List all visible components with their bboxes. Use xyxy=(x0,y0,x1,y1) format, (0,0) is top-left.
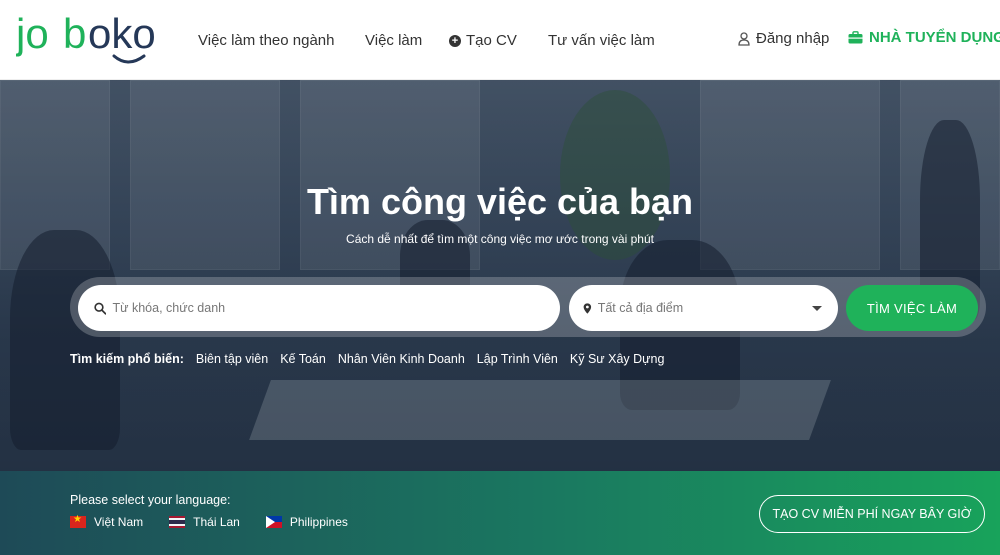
background-person xyxy=(10,230,120,450)
chevron-down-icon[interactable] xyxy=(812,305,822,311)
svg-text:b: b xyxy=(63,10,86,57)
search-jobs-button[interactable]: TÌM VIỆC LÀM xyxy=(846,285,978,331)
vietnam-flag-icon xyxy=(70,514,86,528)
nav-label: Việc làm theo ngành xyxy=(198,32,335,49)
popular-tag[interactable]: Kỹ Sư Xây Dựng xyxy=(570,352,665,366)
language-title: Please select your language: xyxy=(70,493,231,507)
svg-text:oko: oko xyxy=(88,10,156,57)
nav-label: Tư vấn việc làm xyxy=(548,32,655,49)
popular-tag[interactable]: Nhân Viên Kinh Doanh xyxy=(338,352,465,366)
language-option-thailand[interactable]: Thái Lan xyxy=(169,515,240,529)
popular-tag[interactable]: Kế Toán xyxy=(280,352,326,366)
language-label: Thái Lan xyxy=(193,515,240,529)
thailand-flag-icon xyxy=(169,516,186,528)
briefcase-icon xyxy=(848,31,863,44)
nav-item-jobs-by-industry[interactable]: Việc làm theo ngành xyxy=(198,32,335,49)
site-header: jo b oko Việc làm theo ngành Việc làm + … xyxy=(0,0,1000,80)
search-icon xyxy=(94,302,107,315)
hero-section: Tìm công việc của bạn Cách dễ nhất để tì… xyxy=(0,80,1000,471)
language-option-vietnam[interactable]: Việt Nam xyxy=(70,514,144,529)
svg-text:jo: jo xyxy=(16,10,49,57)
location-input[interactable] xyxy=(597,301,806,315)
popular-tag[interactable]: Lập Trình Viên xyxy=(477,352,558,366)
popular-searches-label: Tìm kiếm phổ biến: xyxy=(70,352,184,366)
login-label: Đăng nhập xyxy=(756,30,830,47)
background-table xyxy=(249,380,831,440)
language-label: Việt Nam xyxy=(94,515,144,529)
language-band: Please select your language: Việt Nam Th… xyxy=(0,471,1000,555)
language-option-philippines[interactable]: Philippines xyxy=(265,515,348,529)
employer-link[interactable]: NHÀ TUYỂN DỤNG xyxy=(848,29,1000,46)
login-link[interactable]: Đăng nhập xyxy=(738,30,829,47)
employer-label: NHÀ TUYỂN DỤNG xyxy=(869,29,1000,46)
nav-item-create-cv[interactable]: + Tạo CV xyxy=(449,32,517,49)
hero-subtitle: Cách dễ nhất để tìm một công việc mơ ước… xyxy=(346,232,654,246)
language-label: Philippines xyxy=(289,515,348,529)
keyword-field[interactable] xyxy=(78,285,560,331)
map-pin-icon xyxy=(583,302,592,314)
nav-item-jobs[interactable]: Việc làm xyxy=(365,32,422,49)
location-select[interactable] xyxy=(569,285,838,331)
joboko-logo[interactable]: jo b oko xyxy=(16,8,178,70)
nav-label: Tạo CV xyxy=(466,32,517,49)
language-options: Việt Nam Thái Lan Philippines xyxy=(70,514,348,529)
keyword-input[interactable] xyxy=(112,301,560,315)
popular-searches: Tìm kiếm phổ biến: Biên tập viên Kế Toán… xyxy=(70,352,664,366)
plus-circle-icon: + xyxy=(449,34,461,47)
popular-tag[interactable]: Biên tập viên xyxy=(196,352,268,366)
user-icon xyxy=(738,31,750,46)
nav-label: Việc làm xyxy=(365,32,423,49)
philippines-flag-icon xyxy=(265,516,282,528)
create-cv-free-button[interactable]: TẠO CV MIỄN PHÍ NGAY BÂY GIỜ xyxy=(759,495,985,533)
nav-item-career-advice[interactable]: Tư vấn việc làm xyxy=(548,32,655,49)
hero-title: Tìm công việc của bạn xyxy=(306,181,694,222)
